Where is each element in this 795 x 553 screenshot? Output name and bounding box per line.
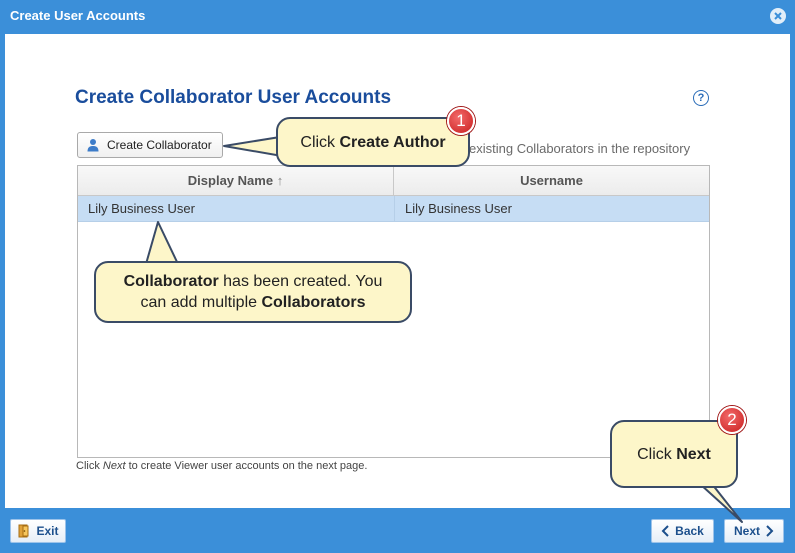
title-bar: Create User Accounts <box>0 0 795 32</box>
step-badge-2: 2 <box>718 406 746 434</box>
cell-username: Lily Business User <box>394 196 709 221</box>
column-header-username[interactable]: Username <box>394 166 709 195</box>
sort-ascending-icon: ↑ <box>276 173 284 188</box>
table-header: Display Name ↑ Username <box>78 166 709 196</box>
table-row[interactable]: Lily Business User Lily Business User <box>78 196 709 222</box>
callout-collaborator-created: Collaborator has been created. You can a… <box>94 261 412 323</box>
collaborators-info-text: existing Collaborators in the repository <box>469 141 691 156</box>
step-badge-1: 1 <box>447 107 475 135</box>
user-icon <box>87 139 99 152</box>
close-icon[interactable] <box>770 8 786 24</box>
create-collaborator-label: Create Collaborator <box>107 138 212 152</box>
page-title: Create Collaborator User Accounts <box>75 87 392 108</box>
footnote-text: Click Next to create Viewer user account… <box>76 460 368 472</box>
create-collaborator-button[interactable]: Create Collaborator <box>77 132 223 158</box>
bottom-toolbar: Exit Back Next <box>0 508 795 553</box>
cell-display-name: Lily Business User <box>88 201 195 216</box>
window-title: Create User Accounts <box>10 8 146 23</box>
exit-door-icon <box>18 524 29 538</box>
callout-click-next: Click Next <box>610 420 738 488</box>
callout-create-author: Click Create Author <box>276 117 470 167</box>
back-button[interactable]: Back <box>651 519 714 543</box>
chevron-right-icon <box>766 525 774 537</box>
chevron-left-icon <box>661 525 669 537</box>
column-header-display-name[interactable]: Display Name ↑ <box>78 166 394 195</box>
next-button[interactable]: Next <box>724 519 784 543</box>
help-icon[interactable]: ? <box>693 90 709 106</box>
exit-button[interactable]: Exit <box>10 519 66 543</box>
